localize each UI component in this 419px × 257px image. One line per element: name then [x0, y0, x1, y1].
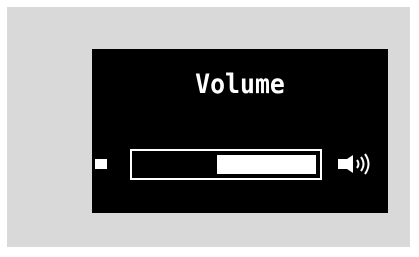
display-screen: Volume: [92, 49, 388, 213]
device-frame: Volume: [7, 7, 410, 247]
volume-bar[interactable]: [130, 149, 322, 180]
speaker-min-icon: [95, 159, 107, 169]
volume-title: Volume: [195, 69, 285, 100]
speaker-max-icon: [338, 153, 370, 175]
volume-bar-fill: [217, 155, 316, 174]
